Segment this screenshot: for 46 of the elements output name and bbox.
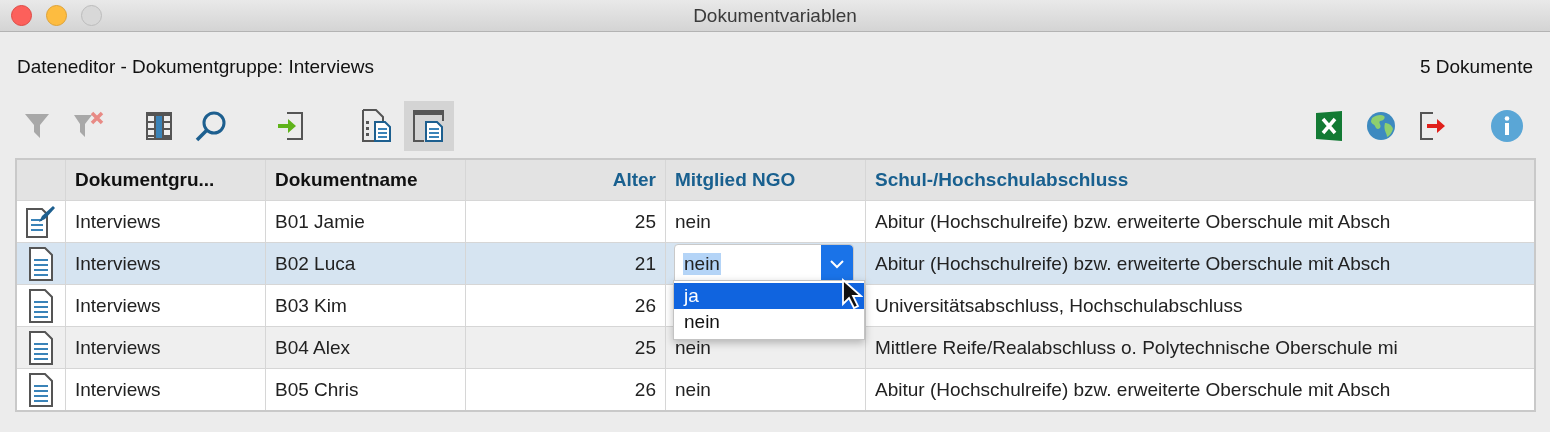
document-icon: [29, 288, 53, 323]
search-icon: [194, 109, 228, 143]
globe-icon: [1366, 111, 1396, 141]
table-cell: 26: [634, 378, 656, 401]
table-icon: [145, 111, 173, 141]
import-icon: [277, 111, 305, 141]
table-cell: Interviews: [75, 210, 161, 233]
table-cell: 21: [634, 252, 656, 275]
table-cell: Interviews: [75, 294, 161, 317]
table-cell: B05 Chris: [275, 378, 359, 401]
toolbar-button[interactable]: [404, 101, 454, 151]
document-count: 5 Dokumente: [1420, 56, 1533, 78]
edited-document-icon: [26, 204, 56, 239]
document-view-icon: [413, 110, 445, 142]
table-cell: B02 Luca: [275, 252, 356, 275]
spreadsheet-icon: [1315, 110, 1343, 142]
column-header[interactable]: Schul-/Hochschulabschluss: [875, 169, 1129, 191]
table-cell: Interviews: [75, 378, 161, 401]
filter-icon: [24, 112, 50, 140]
window-title: Dokumentvariablen: [693, 4, 857, 27]
document-list-icon: [362, 109, 392, 143]
dropdown-option[interactable]: ja: [674, 283, 864, 309]
table-cell: B01 Jamie: [275, 210, 365, 233]
table-row[interactable]: Interviews B05 Chris 26 nein Abitur (Hochschulreife) bzw. erweiterte Oberschule mit Absch: [17, 368, 1534, 410]
table-cell: Abitur (Hochschulreife) bzw. erweiterte Oberschule mit Absch: [875, 252, 1391, 275]
column-header[interactable]: Alter: [612, 169, 656, 191]
table-cell: nein: [675, 378, 711, 401]
table-cell: Universitätsabschluss, Hochschulabschluss: [875, 294, 1243, 317]
table-cell: B03 Kim: [275, 294, 347, 317]
column-header[interactable]: Dokumentname: [275, 169, 418, 191]
table-cell: Abitur (Hochschulreife) bzw. erweiterte Oberschule mit Absch: [875, 378, 1391, 401]
editor-title: Dateneditor - Dokumentgruppe: Interviews: [17, 56, 374, 78]
table-cell: Interviews: [75, 252, 161, 275]
table-row[interactable]: Interviews B01 Jamie 25 nein Abitur (Hochschulreife) bzw. erweiterte Oberschule mit Absch: [17, 200, 1534, 242]
export-icon: [1419, 111, 1447, 141]
table-cell: 26: [634, 294, 656, 317]
column-header[interactable]: Mitglied NGO: [675, 169, 796, 191]
document-icon: [29, 372, 53, 407]
table-cell: 25: [634, 210, 656, 233]
column-header[interactable]: Dokumentgru...: [75, 169, 215, 191]
document-icon: [29, 246, 53, 281]
document-icon: [29, 330, 53, 365]
close-button[interactable]: [11, 5, 32, 26]
table-cell: Abitur (Hochschulreife) bzw. erweiterte Oberschule mit Absch: [875, 210, 1391, 233]
info-icon: [1491, 110, 1523, 142]
table-cell: nein: [675, 210, 711, 233]
